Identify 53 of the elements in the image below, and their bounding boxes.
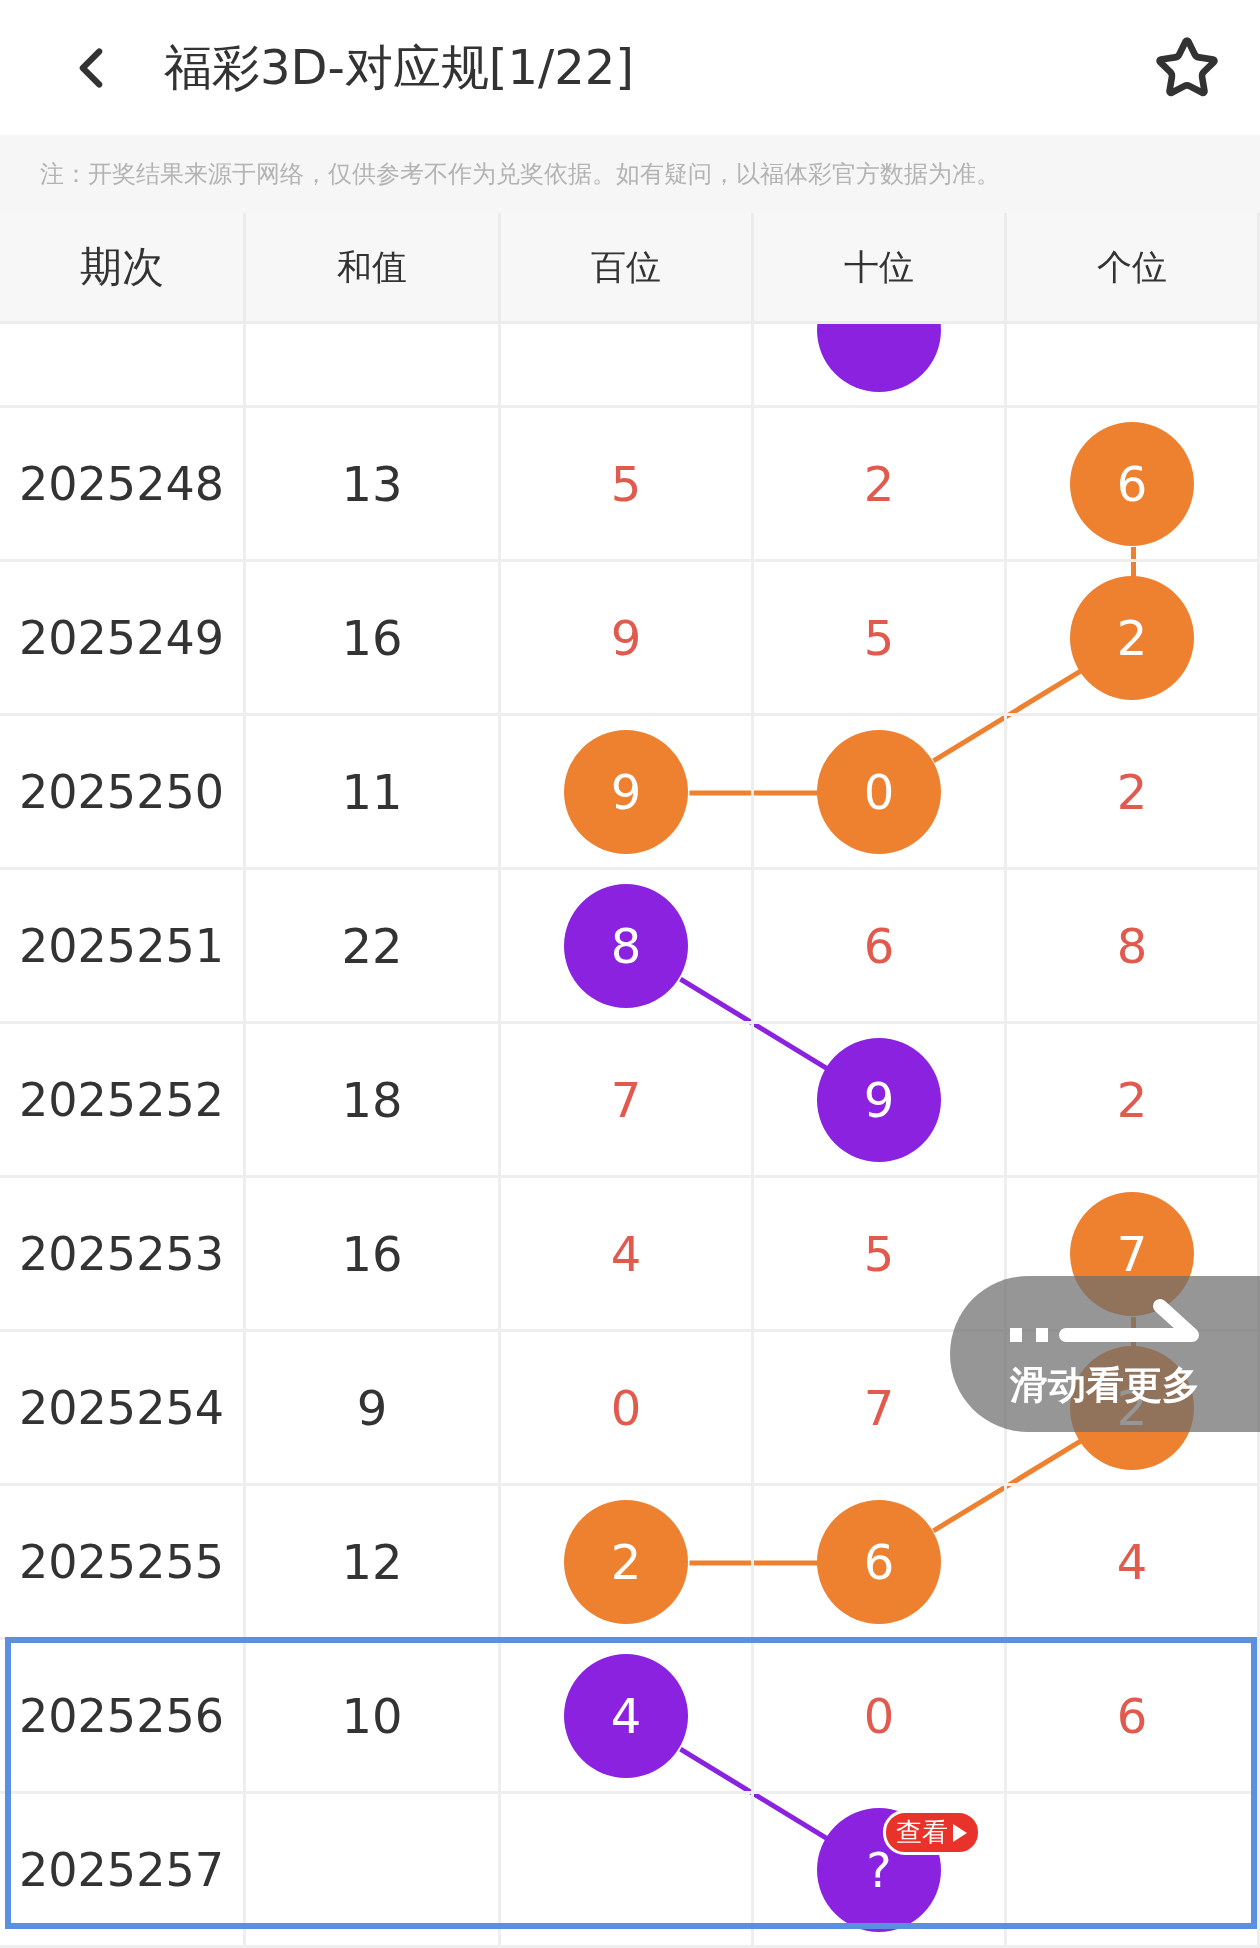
digit-value: 6 <box>863 917 895 974</box>
digit-value: 6 <box>1116 1687 1148 1744</box>
sum-value: 16 <box>341 609 403 666</box>
issue-number: 2025255 <box>19 1534 224 1589</box>
digit-value: 5 <box>863 609 895 666</box>
number-ball: 0 <box>817 729 941 854</box>
issue-number: 2025256 <box>19 1688 224 1743</box>
digit-value: 7 <box>863 1379 895 1436</box>
digit-value: 7 <box>610 1071 642 1128</box>
sum-value: 16 <box>341 1225 403 1282</box>
notice-text: 注：开奖结果来源于网络，仅供参考不作为兑奖依据。如有疑问，以福体彩官方数据为准。 <box>0 135 1260 214</box>
column-header: 和值 <box>337 245 407 289</box>
digit-value: 2 <box>863 455 895 512</box>
sum-value: 18 <box>341 1071 403 1128</box>
digit-value: 5 <box>610 455 642 512</box>
digit-value: 4 <box>1116 1533 1148 1590</box>
sum-value: 10 <box>341 1687 403 1744</box>
issue-number: 2025254 <box>19 1380 224 1435</box>
connector-line <box>1131 547 1136 577</box>
column-header: 期次 <box>79 241 164 294</box>
number-ball: 6 <box>1070 421 1194 546</box>
digit-value: 0 <box>610 1379 642 1436</box>
issue-number: 2025251 <box>19 918 224 973</box>
digit-value: 0 <box>863 1687 895 1744</box>
number-ball: 9 <box>817 1037 941 1162</box>
play-icon <box>951 1822 968 1843</box>
sum-value: 13 <box>341 455 403 512</box>
digit-value: 4 <box>610 1225 642 1282</box>
digit-value: 5 <box>863 1225 895 1282</box>
digit-value: 8 <box>1116 917 1148 974</box>
number-ball: 4 <box>564 1653 688 1778</box>
number-ball: 2 <box>564 1499 688 1624</box>
issue-number: 2025252 <box>19 1072 224 1127</box>
number-ball: 6 <box>817 1499 941 1624</box>
number-ball: 9 <box>564 729 688 854</box>
issue-number: 2025248 <box>19 456 224 511</box>
column-header: 个位 <box>1097 245 1167 289</box>
number-ball: 8 <box>564 883 688 1008</box>
issue-number: 2025257 <box>19 1842 224 1897</box>
page-title: 福彩3D-对应规[1/22] <box>164 37 636 97</box>
sum-value: 11 <box>341 763 403 820</box>
column-header: 百位 <box>591 245 661 289</box>
sum-value: 22 <box>341 917 403 974</box>
issue-number: 2025250 <box>19 764 224 819</box>
number-ball: 2 <box>1070 575 1194 700</box>
column-header: 十位 <box>844 245 914 289</box>
issue-number: 2025253 <box>19 1226 224 1281</box>
digit-value: 2 <box>1116 763 1148 820</box>
digit-value: 9 <box>610 609 642 666</box>
sum-value: 9 <box>356 1379 388 1436</box>
issue-number: 2025249 <box>19 610 224 665</box>
sum-value: 12 <box>341 1533 403 1590</box>
digit-value: 2 <box>1116 1071 1148 1128</box>
